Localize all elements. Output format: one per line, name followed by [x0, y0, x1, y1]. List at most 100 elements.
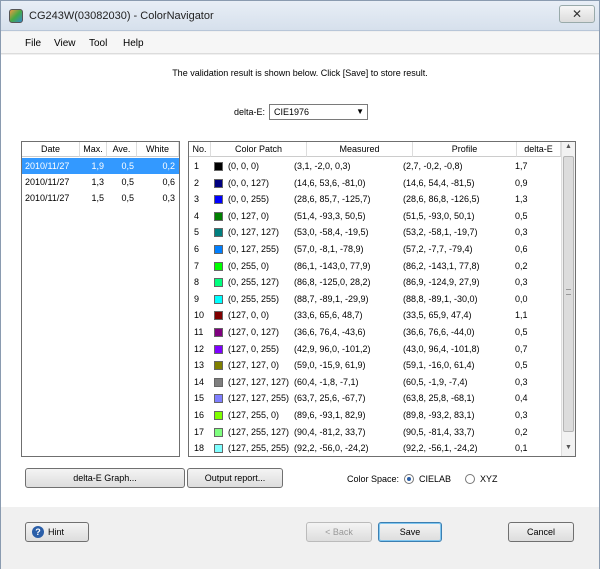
vertical-scrollbar[interactable]: ▲ ▼	[561, 142, 575, 456]
profile-value: (92,2, -56,1, -24,2)	[403, 443, 478, 454]
delta-e-value: 0,3	[515, 410, 528, 420]
summary-table[interactable]: Date Max. Ave. White 2010/11/27 1,9 0,5 0,2 2010…	[21, 141, 180, 457]
menu-tool[interactable]: Tool	[89, 38, 107, 49]
color-swatch	[214, 344, 223, 354]
row-number: 14	[194, 376, 205, 387]
delta-e-value: 0,6	[515, 244, 528, 254]
measured-value: (92,2, -56,0, -24,2)	[294, 443, 369, 454]
title-bar: CG243W(03082030) - ColorNavigator ✕	[1, 1, 599, 31]
row-number: 16	[194, 410, 205, 420]
column-header[interactable]: Ave.	[107, 142, 137, 157]
color-navigator-icon	[9, 9, 23, 23]
delta-e-selected: CIE1976	[274, 107, 310, 117]
color-swatch	[214, 294, 223, 304]
column-header[interactable]: Measured	[307, 142, 413, 157]
column-header[interactable]: No.	[189, 142, 211, 157]
delta-e-value: 1,3	[515, 194, 528, 205]
measured-value: (3,1, -2,0, 0,3)	[294, 161, 351, 171]
measured-value: (51,4, -93,3, 50,5)	[294, 210, 366, 221]
radio-xyz-label[interactable]: XYZ	[480, 474, 498, 484]
row-number: 2	[194, 177, 200, 188]
delta-e-value: 0,3	[515, 277, 528, 288]
row-number: 1	[194, 161, 200, 171]
row-number: 6	[194, 244, 200, 254]
delta-e-label: delta-E:	[234, 107, 266, 117]
delta-e-select[interactable]: CIE1976 ▼	[269, 104, 368, 120]
hint-button[interactable]: ? Hint	[25, 522, 89, 542]
menu-view[interactable]: View	[54, 38, 76, 49]
row-number: 3	[194, 194, 200, 205]
radio-xyz[interactable]	[465, 474, 475, 484]
delta-e-value: 0,1	[515, 443, 528, 454]
color-swatch	[214, 162, 223, 171]
measured-value: (86,1, -143,0, 77,9)	[294, 260, 371, 271]
color-swatch	[214, 311, 223, 321]
delta-e-value: 0,0	[515, 293, 528, 304]
table-row[interactable]	[22, 174, 179, 190]
back-button[interactable]: < Back	[306, 522, 372, 542]
scroll-down-icon[interactable]: ▼	[565, 444, 572, 451]
app-window: CG243W(03082030) - ColorNavigator ✕ File…	[0, 0, 600, 569]
delta-e-graph-button[interactable]: delta-E Graph...	[25, 468, 185, 488]
delta-e-value: 0,2	[515, 426, 528, 437]
cancel-button[interactable]: Cancel	[508, 522, 574, 542]
row-number: 10	[194, 310, 205, 321]
delta-e-value: 0,5	[515, 360, 528, 371]
color-swatch	[214, 211, 223, 221]
output-report-button[interactable]: Output report...	[187, 468, 283, 488]
row-number: 12	[194, 343, 205, 354]
info-text: The validation result is shown below. Cl…	[172, 68, 428, 78]
scroll-up-icon[interactable]: ▲	[565, 143, 572, 150]
row-number: 7	[194, 260, 200, 271]
column-header[interactable]: Max.	[80, 142, 107, 157]
color-swatch	[214, 278, 223, 288]
menu-file[interactable]: File	[25, 38, 41, 49]
color-swatch	[214, 261, 223, 271]
row-number: 11	[194, 327, 204, 337]
column-header[interactable]: White	[137, 142, 179, 157]
column-header[interactable]: Color Patch	[211, 142, 307, 157]
color-space-label: Color Space:	[347, 474, 400, 484]
color-swatch	[214, 195, 223, 205]
close-button[interactable]: ✕	[559, 5, 595, 23]
scroll-thumb[interactable]	[563, 156, 574, 432]
menu-help[interactable]: Help	[123, 38, 144, 49]
delta-e-value: 0,7	[515, 343, 528, 354]
measured-value: (86,8, -125,0, 28,2)	[294, 277, 371, 288]
delta-e-value: 0,3	[515, 227, 528, 238]
delta-e-value: 0,9	[515, 177, 528, 188]
delta-e-value: 1,1	[515, 310, 528, 321]
profile-value: (2,7, -0,2, -0,8)	[403, 161, 463, 171]
column-header[interactable]: delta-E	[517, 142, 561, 157]
measured-value: (36,6, 76,4, -43,6)	[294, 327, 366, 337]
profile-value: (51,5, -93,0, 50,1)	[403, 210, 475, 221]
detail-table[interactable]: ▲ ▼ No. Color Patch Measured Profile delta-E…	[188, 141, 576, 457]
row-number: 5	[194, 227, 200, 238]
hint-label: Hint	[48, 527, 65, 537]
row-number: 8	[194, 277, 200, 288]
profile-value: (90,5, -81,4, 33,7)	[403, 426, 475, 437]
table-row[interactable]	[22, 158, 179, 174]
measured-value: (89,6, -93,1, 82,9)	[294, 410, 366, 420]
button-bar: ? Hint < Back Save Cancel	[1, 507, 599, 569]
measured-value: (28,6, 85,7, -125,7)	[294, 194, 371, 205]
profile-value: (43,0, 96,4, -101,8)	[403, 343, 480, 354]
measured-value: (90,4, -81,2, 33,7)	[294, 426, 366, 437]
radio-cielab-label[interactable]: CIELAB	[419, 474, 451, 484]
color-swatch	[214, 178, 223, 188]
column-header[interactable]: Profile	[413, 142, 517, 157]
profile-value: (89,8, -93,2, 83,1)	[403, 410, 475, 420]
row-number: 18	[194, 443, 205, 454]
profile-value: (60,5, -1,9, -7,4)	[403, 376, 468, 387]
save-button[interactable]: Save	[378, 522, 442, 542]
column-header[interactable]: Date	[22, 142, 80, 157]
delta-e-value: 0,3	[515, 376, 528, 387]
table-row[interactable]	[22, 190, 179, 206]
measured-value: (60,4, -1,8, -7,1)	[294, 376, 359, 387]
measured-value: (42,9, 96,0, -101,2)	[294, 343, 371, 354]
color-swatch	[214, 394, 223, 404]
color-swatch	[214, 228, 223, 238]
radio-cielab[interactable]	[404, 474, 414, 484]
color-swatch	[214, 377, 223, 387]
measured-value: (63,7, 25,6, -67,7)	[294, 393, 366, 404]
